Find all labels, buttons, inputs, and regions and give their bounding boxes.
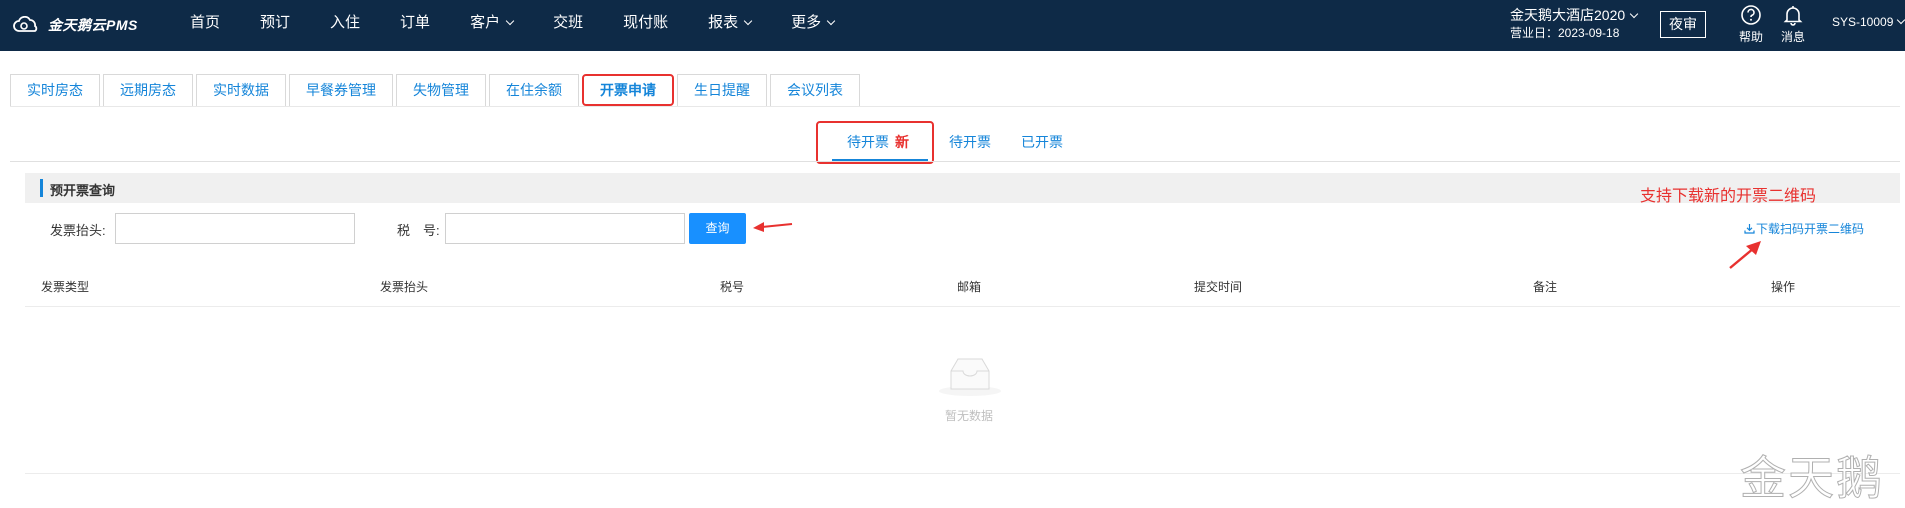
column-header: 发票抬头 [380,280,429,294]
nav-item-reservation[interactable]: 预订 [260,0,290,51]
tab-lost-and-found[interactable]: 失物管理 [396,74,486,106]
query-button[interactable]: 查询 [689,213,746,244]
nav-label: 报表 [708,14,739,31]
column-header: 邮箱 [957,280,982,294]
column-header: 操作 [1771,280,1796,294]
nav-item-more[interactable]: 更多 [791,0,836,51]
help-button[interactable]: 帮助 [1734,4,1768,45]
hotel-selector[interactable]: 金天鹅大酒店2020 营业日：2023-09-18 [1510,7,1639,42]
nav-item-cash-account[interactable]: 现付账 [623,0,668,51]
nav-label: 订单 [400,14,431,31]
tab-realtime-room-status[interactable]: 实时房态 [10,74,100,106]
invoice-title-input[interactable] [115,213,355,244]
nav-item-home[interactable]: 首页 [190,0,220,51]
brand-logo[interactable]: 金天鹅云PMS [12,14,138,36]
red-arrow-icon [753,222,793,232]
main-nav: 首页 预订 入住 订单 客户 交班 现付账 报表 更多 [190,0,874,51]
chevron-down-icon [1629,9,1639,19]
invoice-table-header: 发票类型 发票抬头 税号 邮箱 提交时间 备注 操作 [25,262,1900,307]
table-bottom-divider [25,473,1900,474]
panel-title: 预开票查询 [50,183,116,198]
nav-item-checkin[interactable]: 入住 [330,0,360,51]
subtab-label: 待开票 [847,134,889,150]
tab-future-room-status[interactable]: 远期房态 [103,74,193,106]
subtab-pending-new[interactable]: 待开票新 [847,132,909,152]
invoice-title-label: 发票抬头: [50,223,106,238]
tab-invoice-request[interactable]: 开票申请 [582,74,674,106]
messages-button[interactable]: 消息 [1776,4,1810,45]
nav-label: 更多 [791,14,822,31]
chevron-down-icon [743,16,753,26]
module-tabs: 实时房态 远期房态 实时数据 早餐券管理 失物管理 在住余额 开票申请 生日提醒… [10,74,863,108]
subtab-to-invoice[interactable]: 待开票 [949,132,991,152]
tab-birthday-reminder[interactable]: 生日提醒 [677,74,767,106]
chevron-down-icon [505,16,515,26]
empty-state-text: 暂无数据 [945,409,994,423]
nav-label: 首页 [190,14,221,31]
empty-inbox-icon [939,358,1001,396]
user-menu[interactable]: SYS-10009 [1832,15,1905,29]
column-header: 备注 [1533,280,1558,294]
help-label: 帮助 [1738,30,1763,44]
nav-item-shift-handover[interactable]: 交班 [553,0,583,51]
user-name: SYS-10009 [1832,15,1894,29]
nav-label: 交班 [553,14,584,31]
download-icon [1744,224,1755,234]
query-panel-header: 预开票查询 [25,173,1900,203]
cloud-logo-icon [13,16,38,32]
nav-label: 客户 [470,14,501,31]
panel-accent-bar [40,179,43,197]
business-date: 营业日：2023-09-18 [1510,26,1620,40]
bell-icon [1783,6,1803,26]
subtab-invoiced[interactable]: 已开票 [1021,132,1063,152]
invoice-subtabs: 待开票新 待开票 已开票 [0,132,1905,162]
download-qrcode-link[interactable]: 下载扫码开票二维码 [1744,220,1864,237]
annotation-text: 支持下载新的开票二维码 [1640,188,1817,205]
night-audit-button[interactable]: 夜审 [1660,11,1706,38]
nav-item-customers[interactable]: 客户 [470,0,515,51]
chevron-down-icon [826,16,836,26]
tax-number-label: 税 号: [397,223,440,238]
brand-watermark: 金天鹅 [1740,451,1884,506]
brand-name: 金天鹅云PMS [48,17,138,33]
tab-in-house-balance[interactable]: 在住余额 [489,74,579,106]
tab-breakfast-voucher[interactable]: 早餐券管理 [289,74,393,106]
column-header: 发票类型 [41,280,90,294]
messages-label: 消息 [1780,30,1805,44]
hotel-name: 金天鹅大酒店2020 [1510,7,1626,23]
tab-meeting-list[interactable]: 会议列表 [770,74,860,106]
subtabs-divider [10,161,1900,162]
chevron-down-icon [1897,15,1905,25]
tab-realtime-data[interactable]: 实时数据 [196,74,286,106]
column-header: 税号 [720,280,745,294]
help-icon [1741,5,1761,25]
nav-item-orders[interactable]: 订单 [400,0,430,51]
column-header: 提交时间 [1194,280,1243,294]
nav-label: 入住 [330,14,361,31]
top-navbar: 金天鹅云PMS 首页 预订 入住 订单 客户 交班 现付账 报表 更多 金天鹅大… [0,0,1905,51]
download-link-label: 下载扫码开票二维码 [1756,222,1865,236]
nav-label: 预订 [260,14,291,31]
new-badge: 新 [895,134,909,150]
nav-item-reports[interactable]: 报表 [708,0,753,51]
tabs-divider [10,106,1900,107]
nav-label: 现付账 [623,14,669,31]
tax-number-input[interactable] [445,213,685,244]
